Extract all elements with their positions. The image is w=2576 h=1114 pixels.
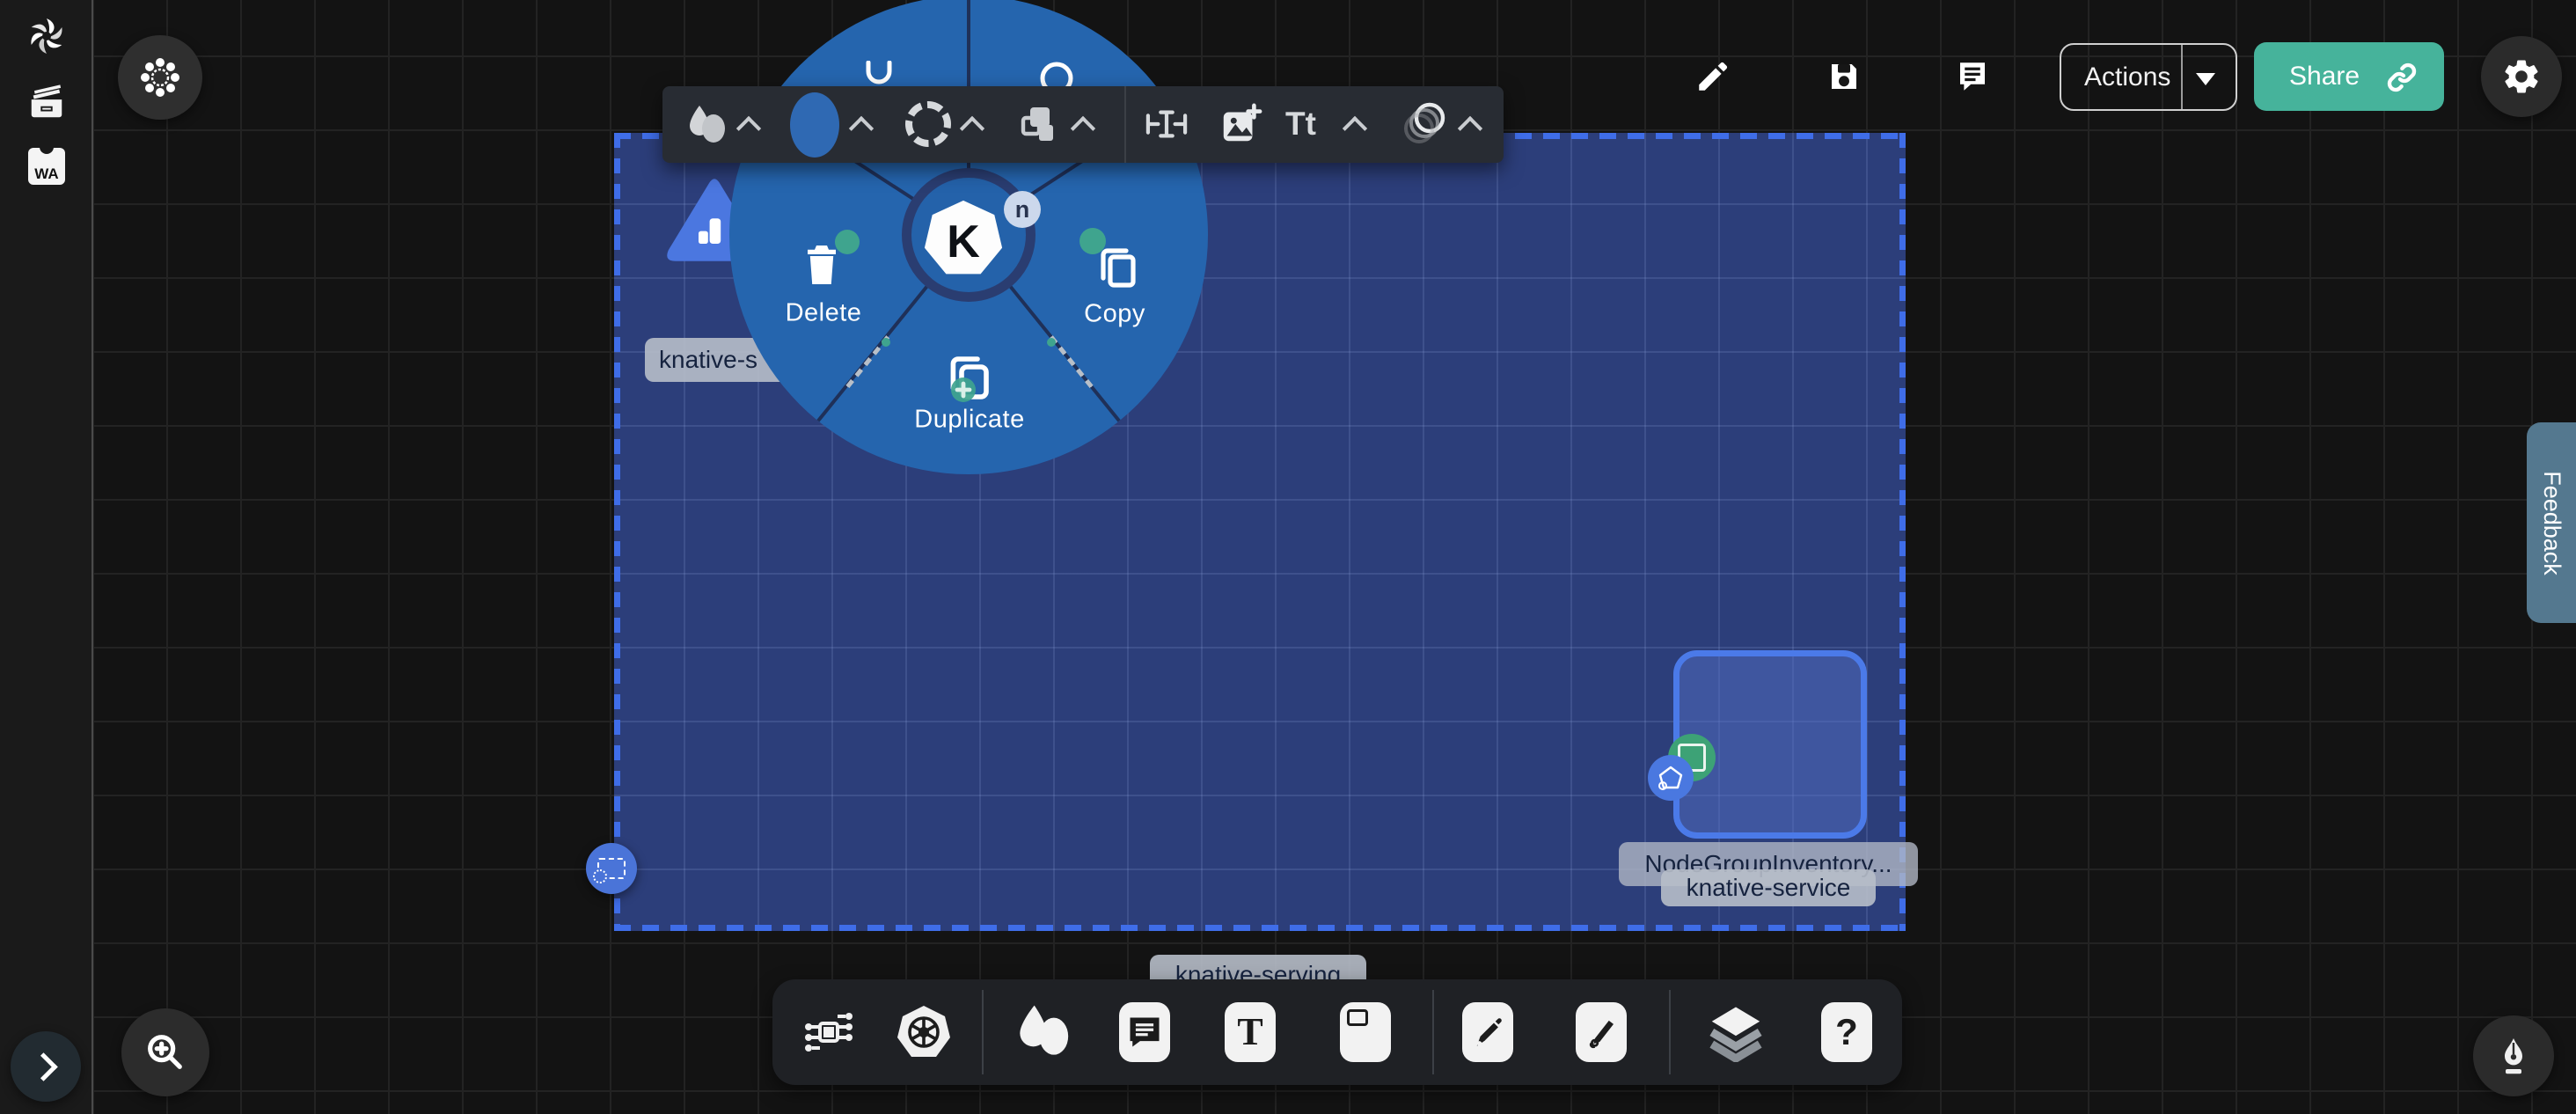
selection-border-right (1899, 133, 1906, 931)
pinwheel-logo-icon[interactable] (26, 16, 67, 56)
radial-item-copy[interactable]: Copy (1084, 300, 1145, 329)
radial-item-delete[interactable]: Delete (786, 299, 862, 328)
diagram-tool-icon[interactable] (799, 1002, 859, 1062)
style-toolbar: Tt (662, 86, 1504, 163)
chevron-up-icon[interactable] (1343, 116, 1367, 141)
shapes-tool-icon[interactable] (1012, 1000, 1073, 1064)
chevron-up-icon[interactable] (1458, 116, 1482, 141)
comment-tool[interactable] (1119, 1002, 1170, 1062)
dashed-rect-icon (597, 858, 626, 879)
resize-width-icon[interactable] (1145, 104, 1189, 144)
text-tool[interactable]: T (1225, 1002, 1276, 1062)
dock-divider (1669, 990, 1671, 1074)
text-tool-glyph: T (1237, 1013, 1262, 1052)
selection-settings-handle[interactable] (586, 843, 637, 894)
radial-item-duplicate[interactable]: Duplicate (914, 406, 1024, 435)
blue-pentagon-badge[interactable] (1648, 755, 1694, 801)
pentagon-icon (1655, 762, 1687, 794)
teal-speck (1047, 338, 1056, 347)
archive-icon[interactable] (26, 81, 67, 121)
layer-order-icon[interactable] (1016, 102, 1062, 148)
knative-n-badge: n (1004, 191, 1041, 228)
actions-label: Actions (2084, 62, 2170, 92)
border-style-icon[interactable] (905, 101, 951, 147)
teal-speck (882, 338, 890, 347)
edit-pencil-button[interactable] (1694, 58, 1731, 95)
save-button[interactable] (1826, 58, 1862, 95)
draw-tool[interactable] (1576, 1002, 1627, 1062)
shape-style-icon[interactable] (684, 102, 729, 148)
toolbar-divider (1124, 86, 1126, 163)
node-label-knative-service: knative-service (1661, 869, 1876, 906)
help-tool[interactable]: ? (1821, 1002, 1872, 1062)
chevron-up-icon[interactable] (1071, 116, 1095, 141)
selection-border-left (614, 133, 620, 931)
copy-badge-dot (1079, 228, 1106, 254)
quick-menu-flower-button[interactable] (118, 35, 202, 120)
opacity-icon[interactable] (1400, 100, 1449, 150)
tool-dock: T ? (772, 979, 1902, 1085)
zoom-in-button[interactable] (121, 1008, 209, 1096)
duplicate-icon[interactable] (944, 351, 997, 404)
delete-badge-dot (835, 230, 860, 254)
frame-tool[interactable] (1340, 1002, 1391, 1062)
share-label: Share (2289, 62, 2360, 92)
feedback-tab[interactable]: Feedback (2527, 422, 2576, 623)
chevron-up-icon[interactable] (849, 116, 874, 141)
dashed-connector-hint (1050, 335, 1094, 389)
flower-icon (138, 55, 182, 99)
fill-color-swatch[interactable] (790, 92, 839, 158)
pencil-draw-icon (1583, 1014, 1620, 1051)
selection-border-bottom (614, 925, 1906, 931)
dock-divider (982, 990, 984, 1074)
dock-divider (1432, 990, 1434, 1074)
gear-icon (2500, 55, 2543, 98)
button-divider (2181, 45, 2183, 109)
frame-icon (1347, 1009, 1368, 1026)
node-label-text: knative-service (1687, 874, 1851, 902)
comments-button[interactable] (1954, 58, 1991, 95)
radial-context-menu: Delete Copy Duplicate K n (729, 0, 1208, 474)
kubernetes-tool-icon[interactable] (894, 1002, 954, 1062)
feedback-label: Feedback (2538, 471, 2565, 575)
app-root: knative-s NodeGroupInventory... knative-… (0, 0, 2576, 1114)
node-label-text: knative-s (659, 346, 757, 374)
actions-dropdown[interactable]: Actions (2060, 43, 2237, 111)
sidebar: WA (0, 0, 93, 1114)
typography-icon[interactable]: Tt (1285, 106, 1316, 143)
cut-tool[interactable] (1462, 1002, 1513, 1062)
comment-icon (1125, 1013, 1164, 1052)
settings-button[interactable] (2481, 36, 2562, 117)
chevron-up-icon[interactable] (736, 116, 761, 141)
pen-nib-icon (2492, 1035, 2535, 1077)
link-icon (2384, 60, 2419, 95)
hidden-radial-item-icon (863, 61, 895, 87)
help-glyph: ? (1835, 1014, 1858, 1051)
chevron-right-icon (29, 1052, 58, 1081)
chevron-up-icon[interactable] (960, 116, 984, 141)
expand-sidebar-button[interactable] (11, 1031, 81, 1102)
canvas[interactable]: knative-s NodeGroupInventory... knative-… (0, 0, 2576, 1114)
pen-mode-button[interactable] (2473, 1015, 2554, 1096)
share-button[interactable]: Share (2254, 42, 2444, 111)
caret-down-icon[interactable] (2196, 73, 2215, 85)
knative-k-glyph: K (947, 216, 980, 268)
knife-icon (1469, 1014, 1506, 1051)
layers-tool-icon[interactable] (1707, 1002, 1765, 1062)
add-image-icon[interactable] (1218, 102, 1262, 146)
webassembly-icon[interactable]: WA (28, 148, 65, 185)
magnifier-plus-icon (143, 1030, 188, 1075)
